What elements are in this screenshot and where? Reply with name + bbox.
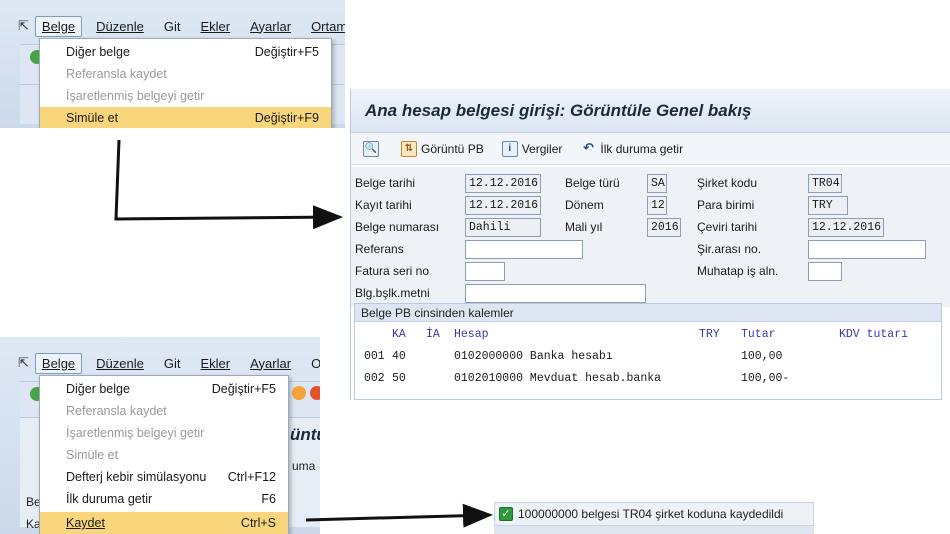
button-label: Vergiler	[521, 141, 563, 156]
row-2-tutar: 100,00-	[741, 372, 790, 385]
header-form: Belge tarihi 12.12.2016 Kayıt tarihi 12.…	[351, 167, 950, 307]
column-ia: İA	[426, 328, 440, 341]
row-2-hesap[interactable]: 0102010000 Mevduat hesab.banka	[454, 372, 661, 385]
field-referans[interactable]	[465, 240, 583, 259]
label-sir-arasi-no: Şir.arası no.	[697, 242, 762, 256]
field-kayit-tarihi[interactable]: 12.12.2016	[465, 196, 541, 215]
row-2-ka: 50	[392, 372, 406, 385]
field-sir-arasi-no[interactable]	[808, 240, 926, 259]
field-belge-numarasi[interactable]: Dahili	[465, 218, 541, 237]
row-1-ka: 40	[392, 350, 406, 363]
label-muhatap-is-aln: Muhatap iş aln.	[697, 264, 779, 278]
label-donem: Dönem	[565, 198, 604, 212]
status-bar-bottom	[494, 526, 814, 534]
simulation-window: Ana hesap belgesi girişi: Görüntüle Gene…	[350, 89, 950, 400]
column-tutar: Tutar	[741, 328, 776, 341]
button-label: Görüntü PB	[421, 141, 484, 156]
items-table: Belge PB cinsinden kalemler KA İA Hesap …	[354, 303, 942, 400]
arrow-to-status	[305, 503, 493, 528]
status-bar: ✓ 100000000 belgesi TR04 şirket koduna k…	[494, 502, 814, 526]
label-mali-yil: Mali yıl	[565, 220, 603, 234]
status-message: 100000000 belgesi TR04 şirket koduna kay…	[518, 507, 784, 521]
taxes-button[interactable]: i Vergiler	[501, 140, 563, 157]
arrow-to-simulation	[114, 139, 343, 230]
currency-icon: ⇅	[401, 140, 417, 157]
row-1-tutar: 100,00	[741, 350, 783, 363]
column-ka: KA	[392, 328, 406, 341]
label-belge-turu: Belge türü	[565, 176, 620, 190]
field-ceviri-tarihi[interactable]: 12.12.2016	[808, 218, 884, 237]
label-para-birimi: Para birimi	[697, 198, 755, 212]
label-belge-numarasi: Belge numarası	[355, 220, 440, 234]
items-table-title: Belge PB cinsinden kalemler	[355, 304, 941, 322]
label-sirket-kodu: Şirket kodu	[697, 176, 758, 190]
field-belge-turu[interactable]: SA	[647, 174, 667, 193]
row-1-no: 001	[364, 350, 385, 363]
undo-icon: ↶	[582, 139, 594, 155]
label-kayit-tarihi: Kayıt tarihi	[355, 198, 412, 212]
label-ceviri-tarihi: Çeviri tarihi	[697, 220, 758, 234]
field-mali-yil[interactable]: 2016	[647, 218, 681, 237]
success-check-icon: ✓	[499, 507, 513, 521]
field-para-birimi[interactable]: TRY	[808, 196, 848, 215]
field-muhatap-is-aln[interactable]	[808, 262, 842, 281]
button-label: İlk duruma getir	[600, 141, 684, 156]
label-belge-tarihi: Belge tarihi	[355, 176, 416, 190]
window-toolbar: 🔍 ⇅ Görüntü PB i Vergiler ↶ İlk duruma g…	[351, 133, 950, 165]
label-fatura-seri-no: Fatura seri no	[355, 264, 430, 278]
window-title: Ana hesap belgesi girişi: Görüntüle Gene…	[351, 89, 950, 133]
field-fatura-seri-no[interactable]	[465, 262, 505, 281]
info-icon: i	[501, 140, 518, 157]
field-blg-bslk-metni[interactable]	[465, 284, 646, 303]
reset-button[interactable]: ↶ İlk duruma getir	[580, 139, 684, 157]
row-2-no: 002	[364, 372, 385, 385]
magnifier-icon: 🔍	[363, 140, 379, 157]
search-button[interactable]: 🔍	[363, 140, 383, 157]
field-donem[interactable]: 12	[647, 196, 667, 215]
column-kdv-tutari: KDV tutarı	[839, 328, 909, 341]
label-referans: Referans	[355, 242, 404, 256]
label-blg-bslk-metni: Blg.bşlk.metni	[355, 286, 430, 300]
field-sirket-kodu[interactable]: TR04	[808, 174, 842, 193]
column-currency: TRY	[699, 328, 720, 341]
column-hesap: Hesap	[454, 328, 489, 341]
field-belge-tarihi[interactable]: 12.12.2016	[465, 174, 541, 193]
row-1-hesap[interactable]: 0102000000 Banka hesabı	[454, 350, 613, 363]
display-pb-button[interactable]: ⇅ Görüntü PB	[401, 140, 484, 157]
